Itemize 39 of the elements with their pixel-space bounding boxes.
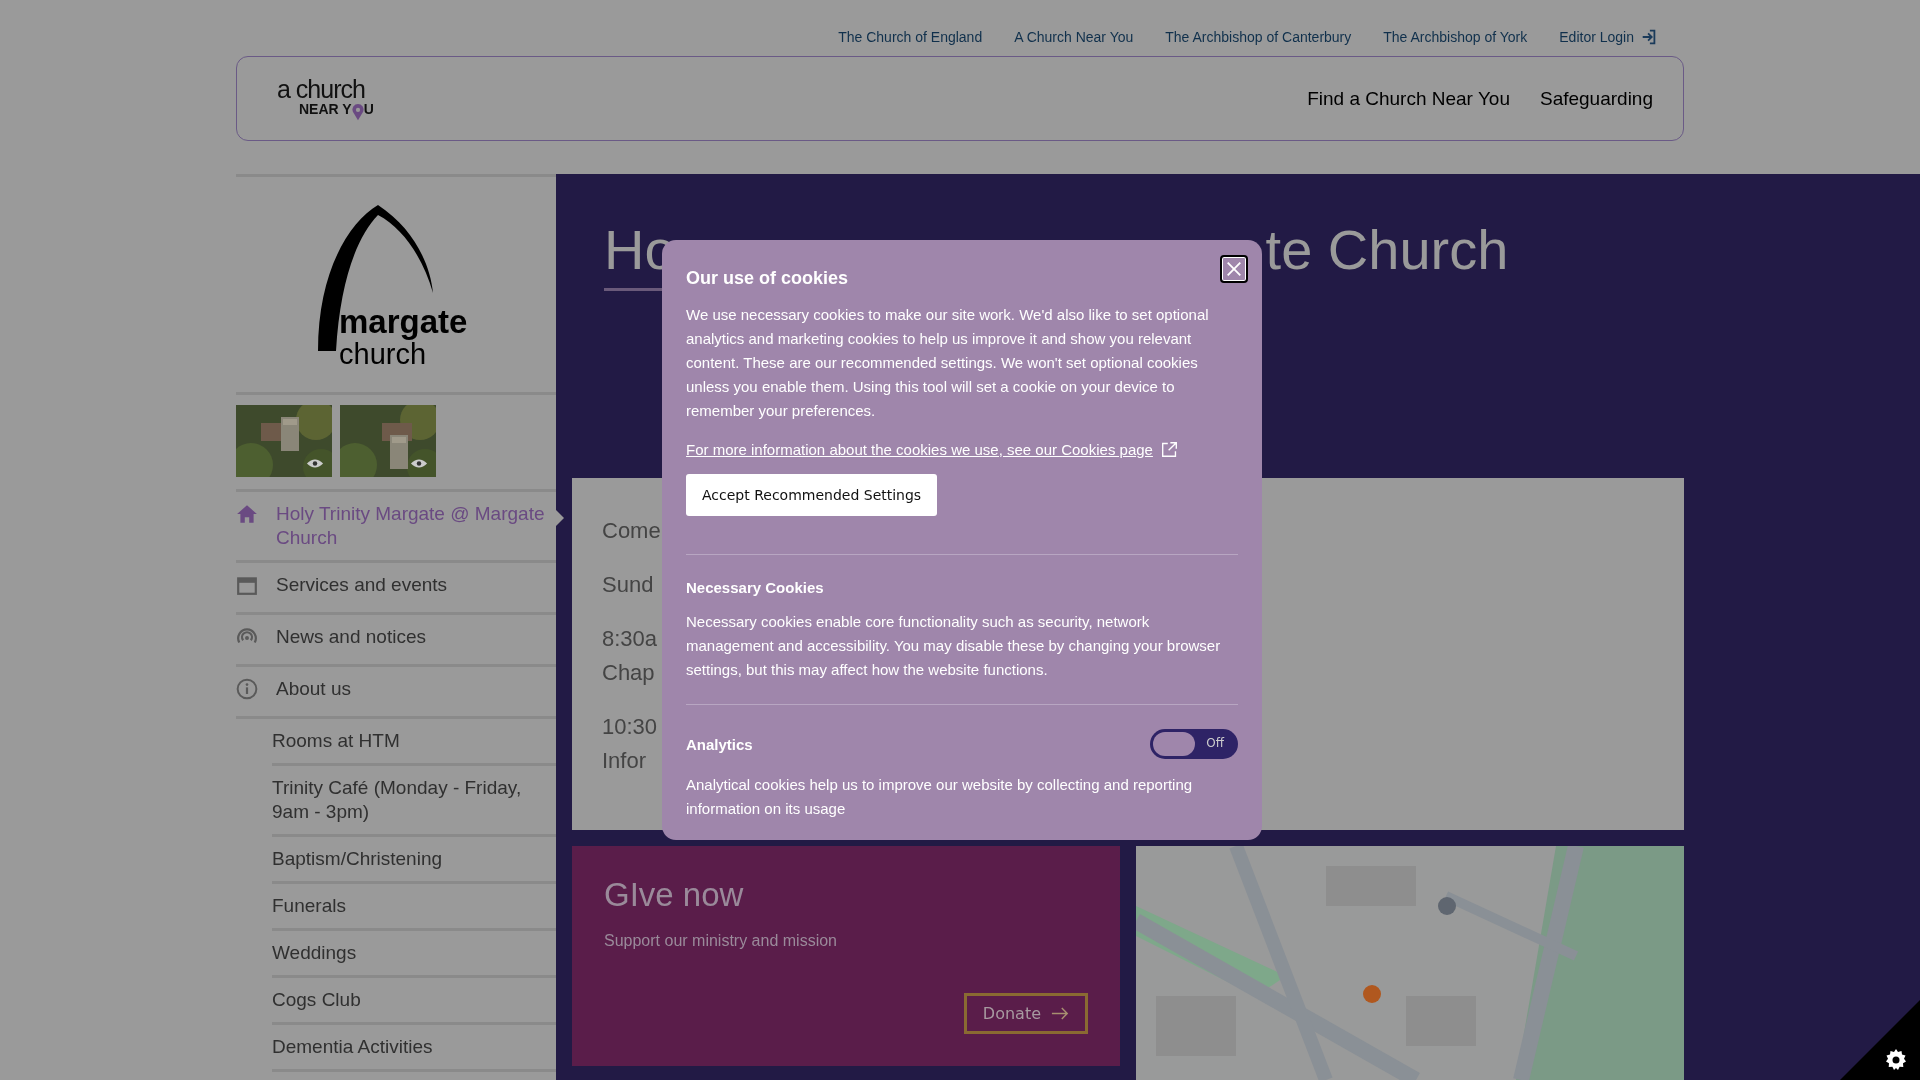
- section-title: Necessary Cookies: [686, 579, 824, 596]
- donate-button[interactable]: Donate: [963, 993, 1088, 1034]
- home-icon: [236, 503, 258, 525]
- section-text: Analytical cookies help us to improve our website by collecting and reporting information on its usage: [686, 775, 1194, 819]
- top-link[interactable]: The Archbishop of York: [1383, 18, 1528, 56]
- close-icon: [1225, 260, 1243, 278]
- cookie-settings-button[interactable]: [1840, 1000, 1920, 1080]
- section-text: Necessary cookies enable core functionality such as security, network management and accessibility. You may disable these by changing your browser settings, but this may affect how the website functions.: [686, 612, 1222, 680]
- content-text: 8:30a: [602, 626, 658, 651]
- arrow-icon: [1051, 1007, 1069, 1020]
- accept-button[interactable]: Accept Recommended Settings: [686, 474, 938, 516]
- top-link[interactable]: The Archbishop of Canterbury: [1165, 18, 1352, 56]
- nav-link[interactable]: Safeguarding: [1539, 87, 1653, 110]
- content-text: Infor: [602, 748, 647, 773]
- analytics-toggle[interactable]: Off: [1150, 729, 1238, 759]
- content-text: Sund: [602, 572, 654, 597]
- eye-icon: [306, 458, 324, 469]
- info-icon: [236, 678, 258, 700]
- content-text: 10:30: [602, 714, 658, 739]
- top-link[interactable]: The Church of England: [838, 18, 983, 56]
- content-text: Come: [602, 518, 661, 543]
- site-logo[interactable]: a church NEAR Y U: [277, 76, 374, 121]
- top-link[interactable]: A Church Near You: [1014, 18, 1134, 56]
- calendar-icon: [236, 574, 258, 596]
- top-link[interactable]: Editor Login: [1559, 18, 1658, 56]
- section-title: Analytics: [686, 735, 753, 753]
- settings-icon: [1886, 1049, 1906, 1070]
- eye-icon: [410, 458, 428, 469]
- login-icon: [1640, 28, 1658, 46]
- give-text: Support our ministry and mission: [604, 932, 838, 950]
- dialog-text: We use necessary cookies to make our site work. We'd also like to set optional analytics and marketing cookies to help us improve it and show you relevant content. These are our recommended settings. We won't set optional cookies unless you enable them. Using this tool will set a cookie on your device to remember your preferences.: [686, 305, 1210, 421]
- dialog-title: Our use of cookies: [686, 268, 850, 289]
- external-link-icon: [1160, 441, 1178, 458]
- nav-link[interactable]: Find a Church Near You: [1307, 87, 1510, 110]
- give-title: GIve now: [604, 876, 745, 914]
- content-text: Chap: [602, 660, 655, 685]
- cookies-link[interactable]: For more information about the cookies we use, see our Cookies page: [686, 441, 1153, 458]
- title-fragment: te Church: [1265, 218, 1509, 283]
- close-button[interactable]: [1220, 255, 1248, 283]
